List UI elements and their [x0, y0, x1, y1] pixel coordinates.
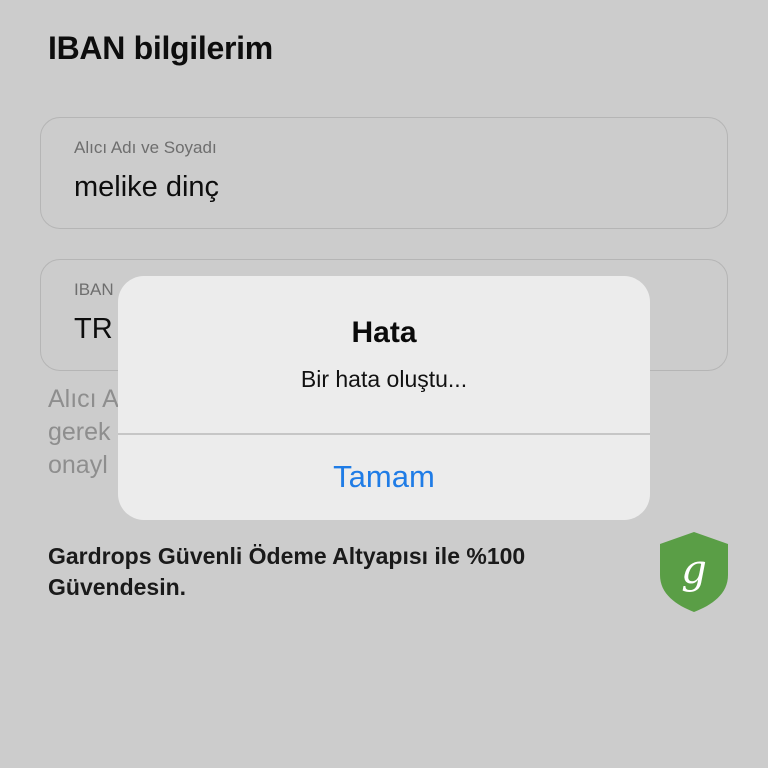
iban-label: IBAN [74, 280, 114, 299]
recipient-name-field[interactable]: Alıcı Adı ve Soyadı melike dinç [40, 117, 728, 229]
iban-value: TR [74, 313, 113, 345]
error-alert: Hata Bir hata oluştu... Tamam [118, 276, 650, 520]
shield-letter: g [681, 547, 707, 593]
recipient-name-value: melike dinç [74, 171, 220, 203]
alert-title: Hata [351, 316, 417, 349]
alert-message: Bir hata oluştu... [300, 366, 468, 392]
ok-button[interactable]: Tamam [118, 434, 650, 520]
recipient-name-label: Alıcı Adı ve Soyadı [74, 138, 217, 157]
secure-payment-text: Gardrops Güvenli Ödeme Altyapısı ile %10… [48, 543, 526, 600]
page-title: IBAN bilgilerim [48, 30, 273, 66]
gardrops-shield-icon: g [660, 532, 728, 612]
